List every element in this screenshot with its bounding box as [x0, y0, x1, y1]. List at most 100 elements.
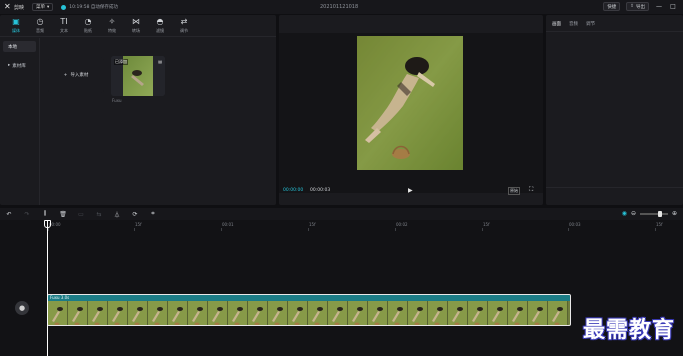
ruler-tick	[395, 228, 396, 231]
undo-icon[interactable]: ↶	[0, 211, 18, 218]
title-bar: ✕ 剪映 菜单 ▾ 10:19:58 自动保存成功 202101121018 快…	[0, 0, 683, 14]
playhead-handle[interactable]	[44, 220, 51, 228]
import-media-button[interactable]: + 导入素材	[48, 57, 104, 93]
ruler-label: 00:02	[396, 222, 408, 227]
filmstrip-frame	[488, 301, 508, 325]
capcut-logo-icon: ✕	[4, 2, 11, 11]
app-title: 剪映	[14, 4, 25, 11]
media-panel: ▣ 媒体 ◷ 音频 TI 文本 ◔ 贴纸 ✧ 特效 ⋈ 转场 ◓ 滤镜 ⇄ 调节	[0, 15, 276, 205]
zoom-slider[interactable]	[639, 210, 668, 217]
filmstrip-frame	[168, 301, 188, 325]
filmstrip-frame	[548, 301, 568, 325]
crop-icon[interactable]: ⌗	[144, 210, 162, 218]
minimize-button[interactable]: —	[655, 3, 663, 10]
redo-icon[interactable]: ↷	[18, 211, 36, 218]
export-button[interactable]: ⇪ 导出	[626, 2, 649, 11]
delete-icon[interactable]: 🗑	[54, 211, 72, 218]
tab-adjust[interactable]: ⇄ 调节	[172, 15, 196, 36]
divider	[546, 31, 683, 32]
aspect-ratio-button[interactable]: 原始	[508, 187, 520, 195]
ruler-label: 15f	[656, 222, 663, 227]
adjust-icon: ⇄	[180, 17, 188, 26]
split-icon[interactable]: ⫼	[36, 210, 54, 218]
tab-media[interactable]: ▣ 媒体	[4, 15, 28, 36]
filmstrip-frame	[508, 301, 528, 325]
media-sidebar: 本地 ▸ 素材库	[0, 38, 40, 205]
tab-sticker[interactable]: ◔ 贴纸	[76, 15, 100, 36]
filmstrip-frame	[288, 301, 308, 325]
filmstrip-frame	[88, 301, 108, 325]
timeline-ruler[interactable]: 00:00 15f 00:01 15f 00:02 15f 00:03 15f	[0, 220, 683, 232]
export-icon: ⇪	[630, 4, 634, 9]
ruler-tick	[48, 228, 49, 231]
fullscreen-icon[interactable]: ⛶	[529, 186, 533, 194]
sidebar-item-library[interactable]: ▸ 素材库	[3, 60, 36, 71]
timeline-video-clip[interactable]: Fuxu 3.0s	[47, 294, 571, 326]
tab-text[interactable]: TI 文本	[52, 15, 76, 36]
ruler-label: 00:03	[569, 222, 581, 227]
media-clip-name: Fuxu	[112, 98, 122, 103]
media-clip-thumbnail[interactable]: 已添加 ▤	[111, 56, 165, 96]
filmstrip-frame	[328, 301, 348, 325]
filmstrip-frame	[408, 301, 428, 325]
sidebar-item-label: 素材库	[12, 63, 26, 69]
filmstrip-frame	[48, 301, 68, 325]
filmstrip-frame	[348, 301, 368, 325]
clip-added-badge: 已添加	[114, 59, 128, 65]
zoom-out-icon[interactable]: ⊖	[631, 210, 636, 217]
add-track-icon[interactable]: ●	[15, 301, 29, 315]
timeline[interactable]: 00:00 15f 00:01 15f 00:02 15f 00:03 15f …	[0, 220, 683, 356]
filmstrip-frame	[248, 301, 268, 325]
effects-icon: ✧	[108, 17, 116, 26]
ruler-tick	[655, 228, 656, 231]
properties-panel: 画面 音频 调节	[546, 15, 683, 205]
tab-audio[interactable]: ◷ 音频	[28, 15, 52, 36]
divider	[546, 187, 683, 188]
image-type-icon: ▤	[158, 59, 162, 64]
filmstrip-frame	[388, 301, 408, 325]
filmstrip-frame	[128, 301, 148, 325]
tab-picture[interactable]: 画面	[552, 21, 561, 27]
preview-canvas[interactable]	[279, 33, 543, 193]
zoom-slider-handle[interactable]	[657, 210, 662, 217]
zoom-in-icon[interactable]: ⊕	[672, 210, 677, 217]
filmstrip-frame	[308, 301, 328, 325]
total-time: 00:00:03	[310, 188, 331, 193]
preview-toggle-icon[interactable]: ◉	[622, 210, 627, 217]
freeze-icon[interactable]: ▭	[72, 211, 90, 218]
timeline-toolbar: ↶ ↷ ⫼ 🗑 ▭ ⇆ ⏃ ⟳ ⌗ ◉ ⊖ ⊕	[0, 208, 683, 220]
mirror-icon[interactable]: ⏃	[108, 210, 126, 219]
maximize-button[interactable]: □	[669, 3, 677, 10]
save-status-text: 10:19:58 自动保存成功	[69, 5, 118, 10]
tab-adjust-props[interactable]: 调节	[586, 21, 595, 27]
tab-transition[interactable]: ⋈ 转场	[124, 15, 148, 36]
ruler-label: 00:01	[222, 222, 234, 227]
playhead[interactable]	[47, 220, 48, 356]
tab-audio-props[interactable]: 音频	[569, 21, 578, 27]
reverse-icon[interactable]: ⇆	[90, 211, 108, 218]
filmstrip-frame	[228, 301, 248, 325]
rotate-icon[interactable]: ⟳	[126, 211, 144, 218]
project-title[interactable]: 202101121018	[320, 4, 358, 10]
menu-button[interactable]: 菜单 ▾	[32, 3, 54, 11]
ruler-tick	[568, 228, 569, 231]
filmstrip-frame	[68, 301, 88, 325]
filmstrip-frame	[528, 301, 548, 325]
filmstrip-frame	[108, 301, 128, 325]
transition-icon: ⋈	[132, 17, 140, 26]
current-time: 00:00:00	[283, 188, 304, 193]
shortcut-button[interactable]: 快捷	[603, 2, 621, 11]
tab-label: 文本	[60, 28, 68, 33]
app-logo: ✕ 剪映	[4, 3, 24, 11]
filmstrip-frame	[148, 301, 168, 325]
play-icon[interactable]: ▶	[408, 187, 413, 194]
sticker-icon: ◔	[84, 17, 92, 26]
tab-filter[interactable]: ◓ 滤镜	[148, 15, 172, 36]
tab-effects[interactable]: ✧ 特效	[100, 15, 124, 36]
import-label: 导入素材	[70, 73, 89, 78]
sidebar-item-local[interactable]: 本地	[3, 41, 36, 52]
media-toolbar: ▣ 媒体 ◷ 音频 TI 文本 ◔ 贴纸 ✧ 特效 ⋈ 转场 ◓ 滤镜 ⇄ 调节	[0, 15, 276, 37]
shortcut-label: 快捷	[607, 4, 617, 10]
filmstrip-frame	[368, 301, 388, 325]
chevron-right-icon: ▸	[8, 63, 11, 68]
